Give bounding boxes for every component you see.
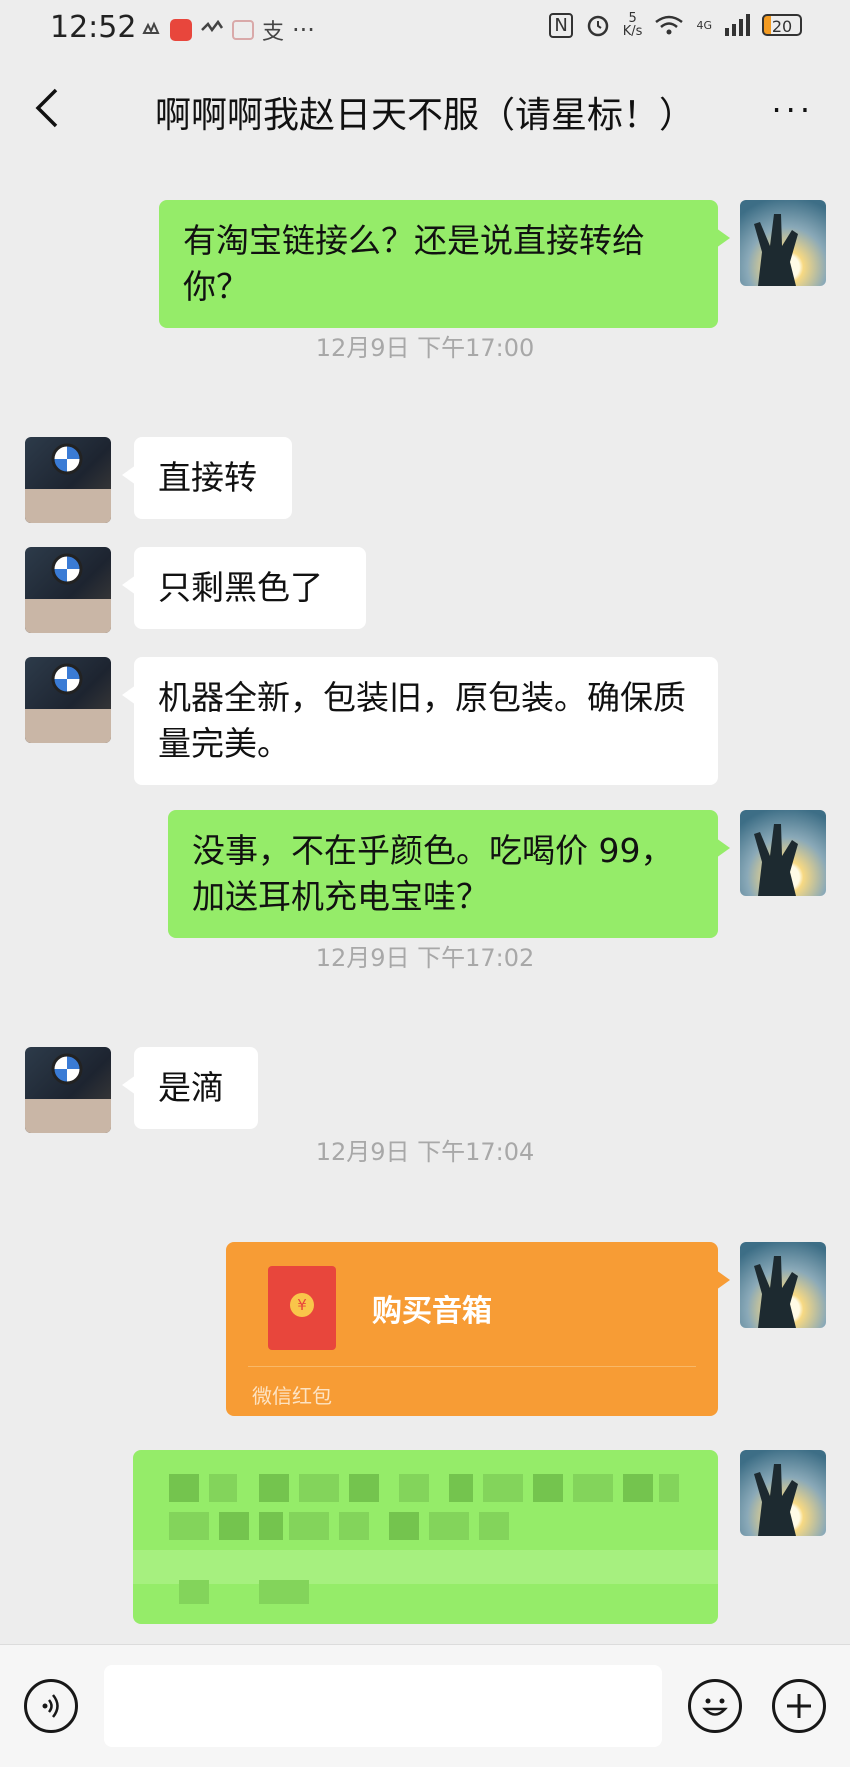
plus-icon (787, 1694, 811, 1718)
input-bar (0, 1644, 850, 1767)
blur-pixel (299, 1474, 339, 1502)
status-icons-right: N 5 K/s 4G 20 (549, 12, 802, 38)
blur-pixel (483, 1474, 523, 1502)
blur-pixel (659, 1474, 679, 1502)
wifi-icon (655, 15, 684, 35)
blur-pixel (479, 1512, 509, 1540)
blur-pixel (259, 1580, 309, 1604)
message-timestamp: 12月9日 下午17:00 (315, 334, 535, 362)
blur-pixel (533, 1474, 563, 1502)
avatar[interactable] (740, 1242, 826, 1328)
more-icon[interactable]: ··· (771, 94, 814, 126)
blur-pixel (389, 1512, 419, 1540)
message-bubble-mine[interactable]: 有淘宝链接么？还是说直接转给你？ (159, 200, 730, 328)
bmw-logo-icon (25, 1053, 111, 1133)
hand-silhouette-icon (754, 824, 798, 896)
more-notifications-icon: ··· (292, 16, 315, 44)
chat-title: 啊啊啊我赵日天不服（请星标！） (154, 95, 695, 136)
network-type: 4G (696, 18, 712, 32)
blur-pixel (169, 1512, 209, 1540)
message-timestamp: 12月9日 下午17:04 (315, 1138, 535, 1166)
hand-silhouette-icon (754, 1464, 798, 1536)
message-bubble-theirs[interactable]: 机器全新，包装旧，原包装。确保质量完美。 (122, 657, 718, 785)
red-packet-title: 购买音箱 (372, 1294, 492, 1329)
speed-unit: K/s (622, 24, 643, 39)
battery-icon: 20 (762, 14, 802, 36)
app-icon (232, 20, 254, 40)
blur-pixel (169, 1474, 199, 1502)
blur-pixel (209, 1474, 237, 1502)
status-time: 12:52 (50, 10, 137, 45)
hand-silhouette-icon (754, 1256, 798, 1328)
emoji-button[interactable] (688, 1679, 742, 1733)
more-functions-button[interactable] (772, 1679, 826, 1733)
status-icons-left: 支 ··· (140, 14, 315, 46)
blur-pixel (623, 1474, 653, 1502)
hand-silhouette-icon (754, 214, 798, 286)
bmw-logo-icon (25, 553, 111, 633)
bmw-logo-icon (25, 443, 111, 523)
message-bubble-mine[interactable]: 没事，不在乎颜色。吃喝价 99，加送耳机充电宝哇？ (168, 810, 730, 938)
coin-icon: ¥ (290, 1293, 314, 1317)
avatar[interactable] (740, 200, 826, 286)
network-speed: 5 K/s (623, 12, 643, 38)
message-bubble-theirs[interactable]: 直接转 (122, 437, 292, 519)
red-packet-message[interactable]: ¥ 购买音箱 微信红包 (226, 1242, 730, 1416)
nav-bar: 啊啊啊我赵日天不服（请星标！） ··· (0, 58, 850, 158)
blur-pixel (133, 1550, 718, 1584)
nfc-icon: N (549, 12, 573, 38)
emoji-icon (702, 1698, 728, 1716)
alipay-icon: 支 (262, 20, 285, 45)
notification-icon (142, 21, 160, 34)
blur-pixel (573, 1474, 613, 1502)
message-bubble-theirs[interactable]: 是滴 (122, 1047, 258, 1129)
avatar[interactable] (25, 547, 111, 633)
blurred-message-bubble[interactable] (133, 1450, 718, 1624)
back-icon[interactable] (30, 86, 66, 130)
blur-pixel (259, 1474, 289, 1502)
message-bubble-theirs[interactable]: 只剩黑色了 (122, 547, 366, 629)
blur-pixel (289, 1512, 329, 1540)
status-bar: 12:52 支 ··· N 5 K/s 4G 20 (0, 0, 850, 58)
blur-pixel (449, 1474, 473, 1502)
voice-icon (42, 1694, 59, 1718)
message-timestamp: 12月9日 下午17:02 (315, 944, 535, 972)
blur-pixel (219, 1512, 249, 1540)
avatar[interactable] (740, 1450, 826, 1536)
voice-button[interactable] (24, 1679, 78, 1733)
signal-icon (725, 14, 750, 36)
red-packet-footer: 微信红包 (252, 1384, 332, 1408)
blur-pixel (339, 1512, 369, 1540)
blur-pixel (399, 1474, 429, 1502)
blur-pixel (349, 1474, 379, 1502)
bmw-logo-icon (25, 663, 111, 743)
divider (248, 1366, 696, 1367)
message-list: 有淘宝链接么？还是说直接转给你？ 12月9日 下午17:00 直接转 只剩黑色了… (0, 158, 850, 1644)
red-envelope-icon: ¥ (268, 1266, 336, 1350)
alarm-icon (587, 15, 609, 37)
app-icon (201, 20, 224, 33)
avatar[interactable] (25, 437, 111, 523)
avatar[interactable] (740, 810, 826, 896)
blur-pixel (259, 1512, 283, 1540)
app-icon (170, 19, 192, 41)
message-input[interactable] (104, 1665, 662, 1747)
blur-pixel (179, 1580, 209, 1604)
avatar[interactable] (25, 1047, 111, 1133)
blur-pixel (429, 1512, 469, 1540)
avatar[interactable] (25, 657, 111, 743)
